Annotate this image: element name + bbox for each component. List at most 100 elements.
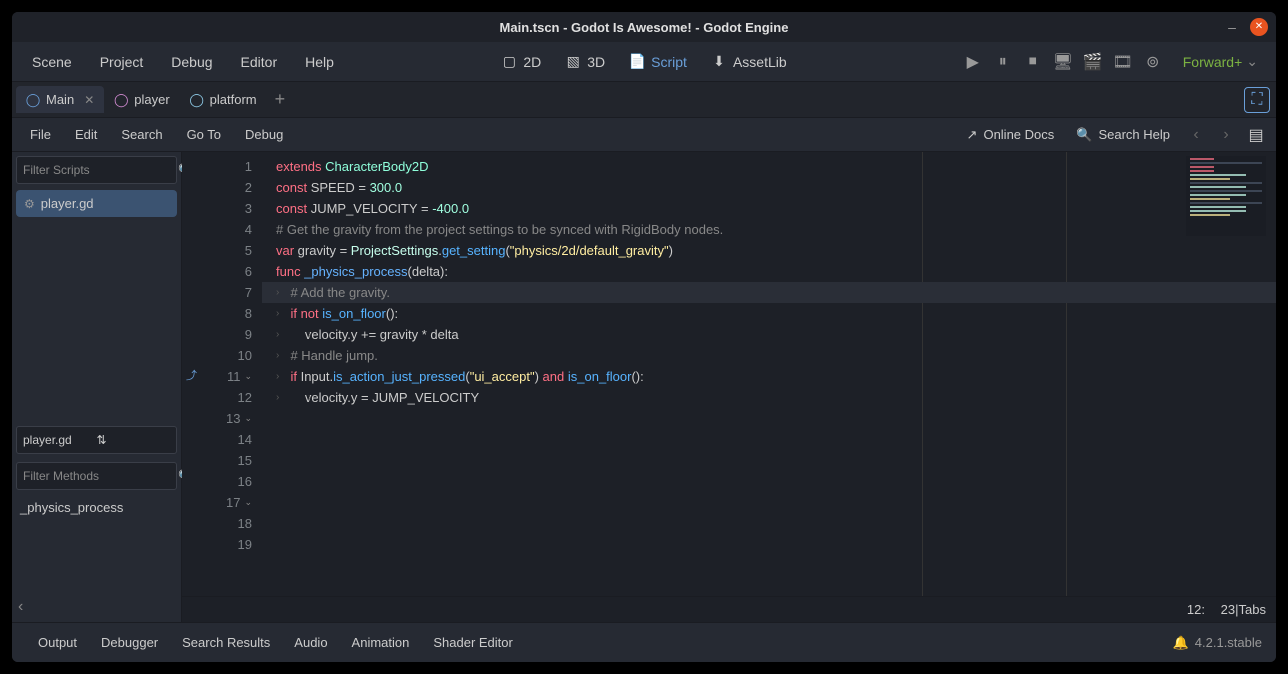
filter-scripts-input[interactable]	[23, 163, 178, 177]
override-icon: ⤴	[186, 366, 197, 387]
renderer-select[interactable]: Forward+ ⌄	[1175, 49, 1266, 74]
bottom-tab-shader-editor[interactable]: Shader Editor	[421, 629, 525, 656]
code-line[interactable]: ›› velocity.y = JUMP_VELOCITY	[262, 387, 1276, 408]
code-line[interactable]: › # Add the gravity.	[262, 282, 1276, 303]
search-help-button[interactable]: 🔍Search Help	[1068, 122, 1178, 148]
bottom-tab-output[interactable]: Output	[26, 629, 89, 656]
filter-methods-input[interactable]	[23, 469, 178, 483]
node-icon: ◯	[26, 93, 40, 107]
script-menu-debug[interactable]: Debug	[235, 122, 293, 147]
collapse-panel-button[interactable]: ‹	[12, 592, 181, 622]
window-title: Main.tscn - Godot Is Awesome! - Godot En…	[500, 20, 789, 35]
bottom-tab-audio[interactable]: Audio	[282, 629, 339, 656]
bottom-tab-debugger[interactable]: Debugger	[89, 629, 170, 656]
external-link-icon: ↗	[967, 127, 978, 143]
movie-button[interactable]: ⊚	[1139, 48, 1167, 76]
close-tab-icon[interactable]: ✕	[84, 93, 94, 107]
bottom-tab-animation[interactable]: Animation	[340, 629, 422, 656]
code-line[interactable]: › # Handle jump.	[262, 345, 1276, 366]
line-number[interactable]: 7	[182, 282, 258, 303]
line-number[interactable]: 17⌄	[182, 492, 258, 513]
nav-forward-button[interactable]: ›	[1214, 123, 1238, 147]
play-custom-button[interactable]: 🎞	[1109, 48, 1137, 76]
line-number[interactable]: 9	[182, 324, 258, 345]
code-line[interactable]: › if not is_on_floor():	[262, 303, 1276, 324]
line-number[interactable]: 3	[182, 198, 258, 219]
menu-help[interactable]: Help	[295, 48, 344, 76]
line-number[interactable]: 2	[182, 177, 258, 198]
menu-editor[interactable]: Editor	[231, 48, 288, 76]
sort-icon[interactable]: ⇅	[97, 433, 171, 447]
code-line[interactable]: # Get the gravity from the project setti…	[262, 219, 1276, 240]
line-number[interactable]: 5	[182, 240, 258, 261]
nav-back-button[interactable]: ‹	[1184, 123, 1208, 147]
mode-2d-button[interactable]: ▢2D	[491, 48, 551, 76]
search-icon: 🔍	[1076, 127, 1092, 143]
assetlib-icon: ⬇	[711, 54, 727, 70]
pause-button[interactable]: ⏸	[989, 48, 1017, 76]
play-button[interactable]: ▶	[959, 48, 987, 76]
line-number[interactable]: 14	[182, 429, 258, 450]
script-menu-go-to[interactable]: Go To	[177, 122, 231, 147]
titlebar: Main.tscn - Godot Is Awesome! - Godot En…	[12, 12, 1276, 42]
remote-button[interactable]: 🖥	[1049, 48, 1077, 76]
current-script-name: player.gd	[23, 433, 97, 447]
fold-icon[interactable]: ⌄	[244, 408, 252, 429]
node-icon: ◯	[190, 93, 204, 107]
script-icon: 📄	[629, 54, 645, 70]
line-number[interactable]: 19	[182, 534, 258, 555]
line-number[interactable]: 18	[182, 513, 258, 534]
script-menu-edit[interactable]: Edit	[65, 122, 107, 147]
code-line[interactable]: › if Input.is_action_just_pressed("ui_ac…	[262, 366, 1276, 387]
line-number[interactable]: ⤴11⌄	[182, 366, 258, 387]
code-line[interactable]: func _physics_process(delta):	[262, 261, 1276, 282]
code-line[interactable]: ›› velocity.y += gravity * delta	[262, 324, 1276, 345]
status-bar: 12 : 23 | Tabs	[182, 596, 1276, 622]
minimize-button[interactable]: –	[1224, 19, 1240, 35]
minimap[interactable]	[1186, 156, 1266, 236]
panel-toggle-button[interactable]: ▤	[1244, 123, 1268, 147]
notification-icon: 🔔	[1173, 635, 1189, 651]
script-menu-search[interactable]: Search	[111, 122, 172, 147]
fold-icon[interactable]: ⌄	[244, 366, 252, 387]
line-number[interactable]: 1	[182, 156, 258, 177]
line-number[interactable]: 4	[182, 219, 258, 240]
method-item[interactable]: _physics_process	[12, 494, 181, 521]
gear-icon: ⚙	[24, 197, 35, 211]
node-icon: ◯	[114, 93, 128, 107]
line-number[interactable]: 13⌄	[182, 408, 258, 429]
line-number[interactable]: 10	[182, 345, 258, 366]
menu-scene[interactable]: Scene	[22, 48, 82, 76]
bottom-tab-search-results[interactable]: Search Results	[170, 629, 282, 656]
fold-icon[interactable]: ⌄	[244, 492, 252, 513]
script-menu-file[interactable]: File	[20, 122, 61, 147]
line-number[interactable]: 8	[182, 303, 258, 324]
mode-script-button[interactable]: 📄Script	[619, 48, 697, 76]
online-docs-button[interactable]: ↗Online Docs	[959, 122, 1063, 148]
code-line[interactable]: var gravity = ProjectSettings.get_settin…	[262, 240, 1276, 261]
line-number[interactable]: 12	[182, 387, 258, 408]
chevron-down-icon: ⌄	[1246, 53, 1258, 70]
line-number[interactable]: 16	[182, 471, 258, 492]
add-tab-button[interactable]: +	[267, 85, 294, 114]
mode-3d-button[interactable]: ▧3D	[555, 48, 615, 76]
scene-tab-platform[interactable]: ◯platform	[180, 86, 267, 113]
2d-icon: ▢	[501, 54, 517, 70]
scene-tab-player[interactable]: ◯player	[104, 86, 179, 113]
code-line[interactable]: const SPEED = 300.0	[262, 177, 1276, 198]
expand-script-button[interactable]: ⛶	[1244, 87, 1270, 113]
code-line[interactable]: const JUMP_VELOCITY = -400.0	[262, 198, 1276, 219]
menu-debug[interactable]: Debug	[161, 48, 222, 76]
line-number[interactable]: 6	[182, 261, 258, 282]
stop-button[interactable]: ⏹	[1019, 48, 1047, 76]
mode-assetlib-button[interactable]: ⬇AssetLib	[701, 48, 797, 76]
play-scene-button[interactable]: 🎬	[1079, 48, 1107, 76]
3d-icon: ▧	[565, 54, 581, 70]
script-list-item[interactable]: ⚙player.gd	[16, 190, 177, 217]
close-button[interactable]: ✕	[1250, 18, 1268, 36]
version-label: 🔔4.2.1.stable	[1173, 635, 1262, 651]
menu-project[interactable]: Project	[90, 48, 154, 76]
line-number[interactable]: 15	[182, 450, 258, 471]
code-line[interactable]: extends CharacterBody2D	[262, 156, 1276, 177]
scene-tab-main[interactable]: ◯Main✕	[16, 86, 104, 113]
